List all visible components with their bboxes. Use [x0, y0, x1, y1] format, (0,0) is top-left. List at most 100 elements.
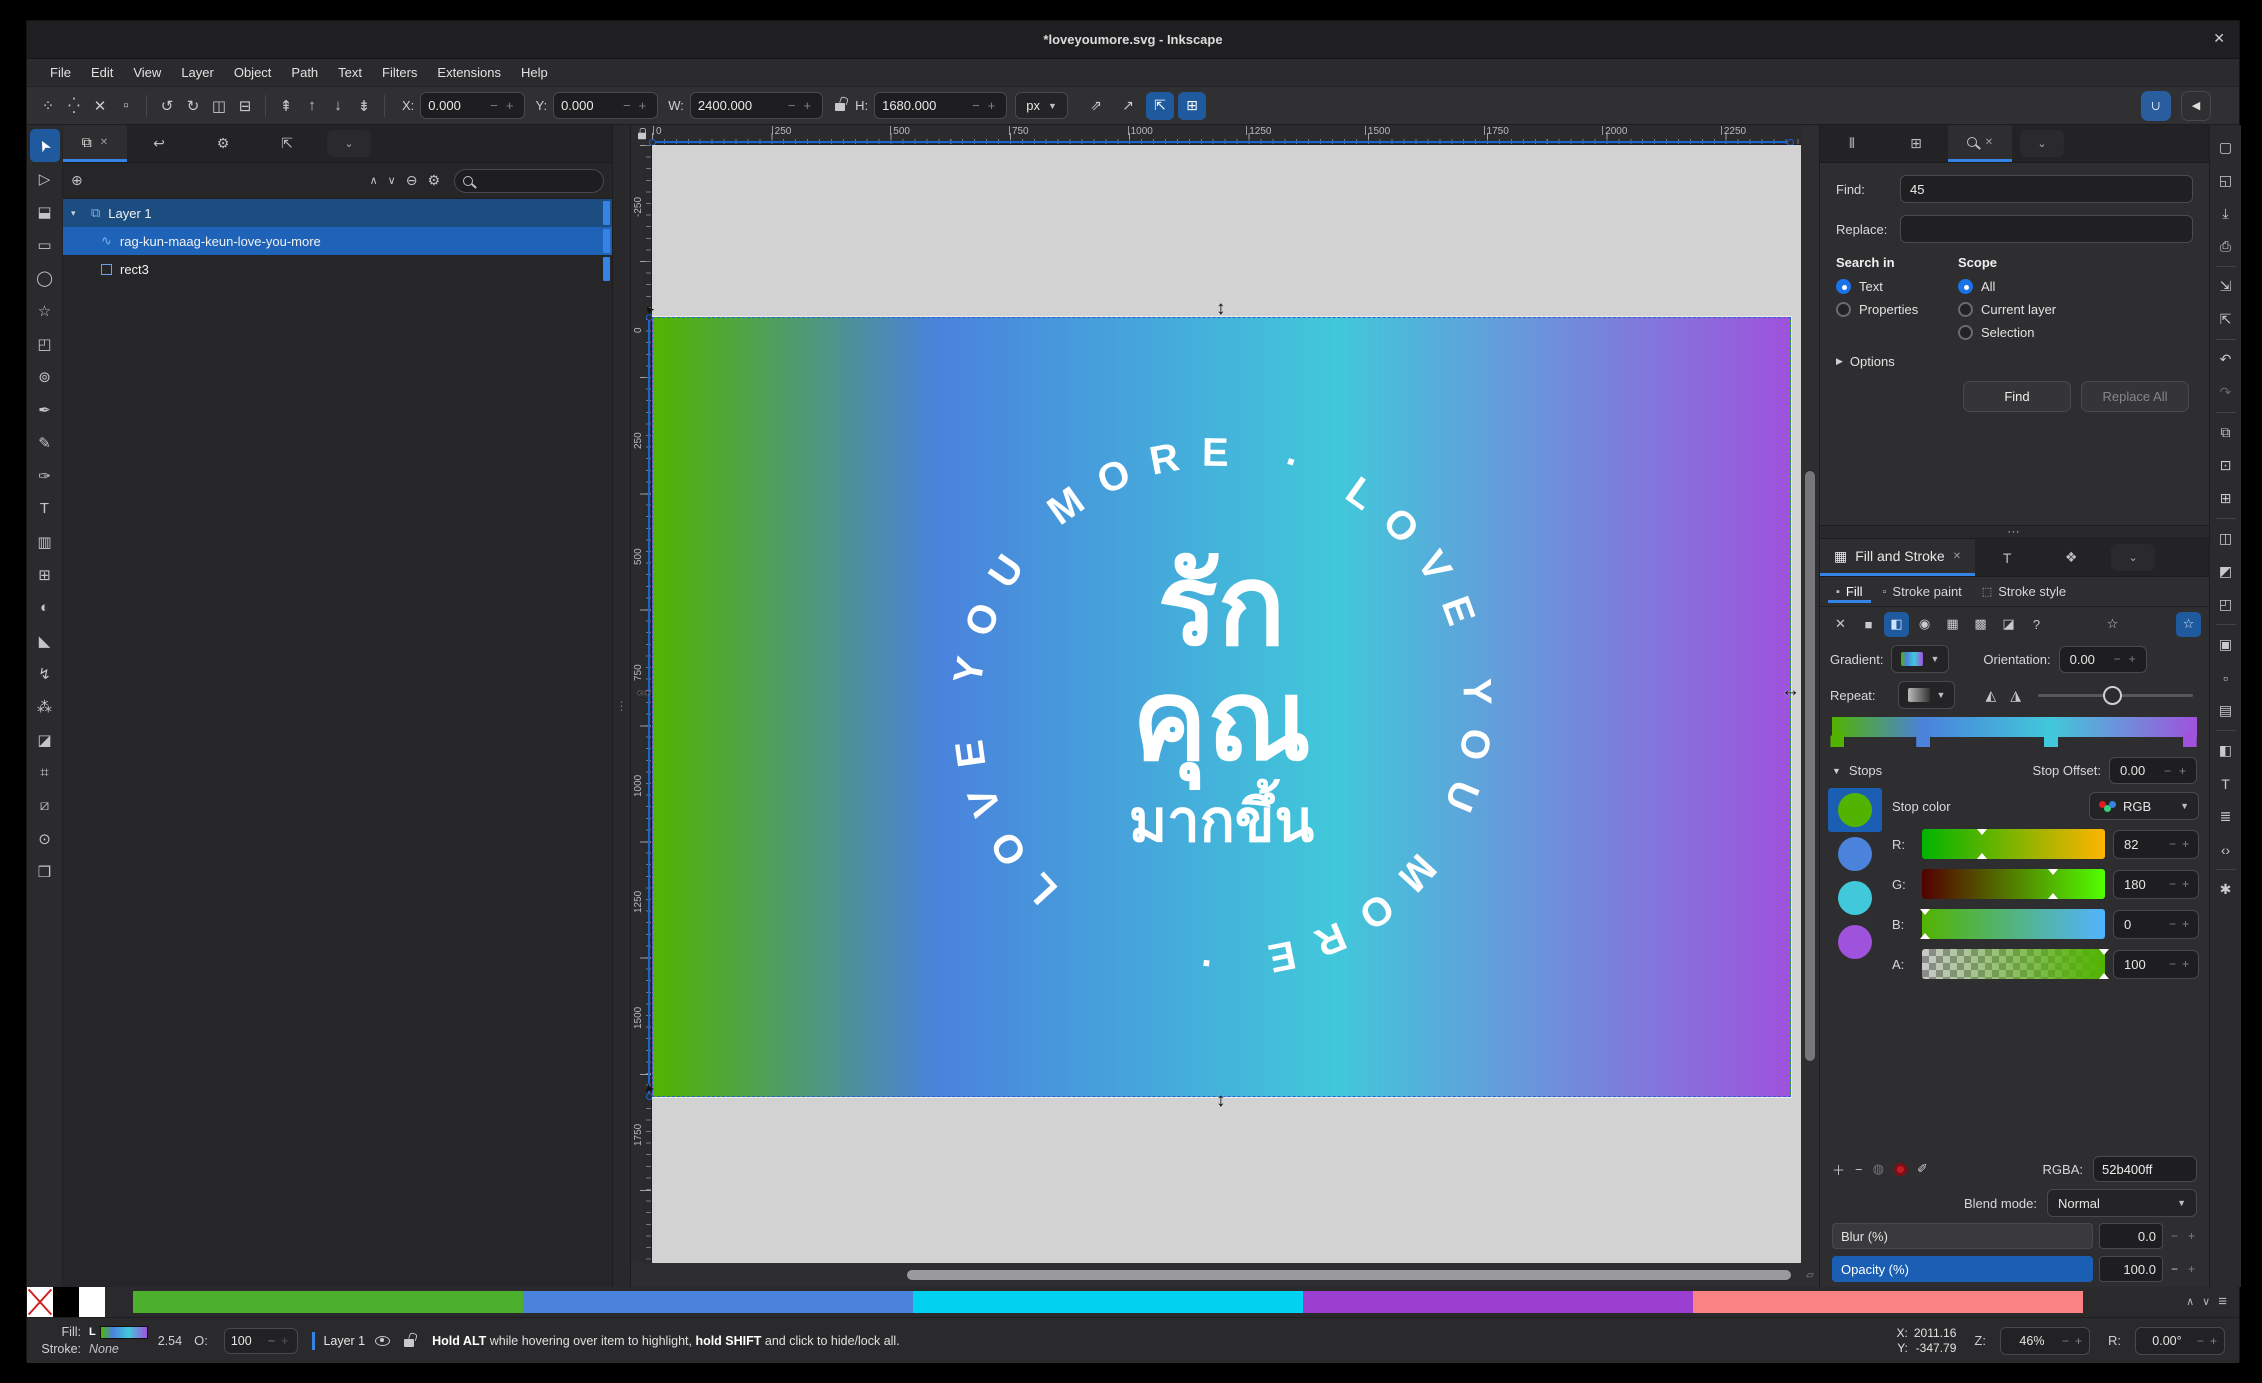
menu-object[interactable]: Object	[225, 62, 281, 83]
zoom-spinbox[interactable]: 46%−+	[2000, 1327, 2090, 1355]
swatch-star[interactable]: ☆	[2100, 612, 2125, 637]
tab-stroke-paint[interactable]: ▫Stroke paint	[1875, 580, 1970, 603]
zoom-tool[interactable]: ⊙	[30, 822, 60, 855]
color-wheel-icon[interactable]	[1894, 1163, 1907, 1176]
menu-layer[interactable]: Layer	[172, 62, 223, 83]
paint-pattern[interactable]: ▦	[1940, 612, 1965, 637]
swatch-salmon[interactable]	[1693, 1291, 2083, 1313]
channel-slider-r[interactable]	[1922, 829, 2105, 859]
flip-vertical-icon[interactable]: ⊟	[232, 93, 258, 119]
lock-ratio-icon[interactable]	[835, 103, 845, 111]
color-mode-dropdown[interactable]: RGB▼	[2089, 792, 2199, 820]
layers-dialog-icon[interactable]: ≣	[2213, 800, 2239, 833]
blur-slider[interactable]: Blur (%)	[1832, 1223, 2093, 1249]
horizontal-scrollbar[interactable]	[631, 1263, 1801, 1287]
stop-item-3[interactable]	[1828, 920, 1882, 964]
new-document-icon[interactable]: ▢	[2213, 131, 2239, 164]
tab-stroke-style[interactable]: ⬚Stroke style	[1974, 580, 2074, 603]
remove-layer-button[interactable]: ⊖	[406, 172, 418, 189]
gradient-dropdown[interactable]: ▼	[1891, 645, 1949, 673]
text-tool[interactable]: T	[30, 492, 60, 525]
close-window-button[interactable]: ✕	[2213, 30, 2225, 47]
stop-item-0[interactable]	[1828, 788, 1882, 832]
select-all-layers-icon[interactable]: ⁛	[61, 93, 87, 119]
channel-value-g[interactable]: 180−+	[2113, 870, 2199, 899]
tab-export[interactable]: ⇱	[255, 125, 319, 162]
tab-fill-and-stroke[interactable]: ▦Fill and Stroke✕	[1820, 539, 1975, 576]
pages-tool[interactable]: ❒	[30, 855, 60, 888]
options-expander[interactable]: ▶Options	[1836, 354, 2193, 369]
rect-row[interactable]: rect3	[63, 255, 612, 283]
rotate-ccw-icon[interactable]: ↺	[154, 93, 180, 119]
dock-options-chevron[interactable]: ⌄	[2020, 130, 2064, 157]
stop-offset-spinbox[interactable]: 0.00−+	[2109, 757, 2197, 784]
scale-corners-toggle[interactable]: ↗	[1114, 92, 1142, 120]
star-tool[interactable]: ☆	[30, 294, 60, 327]
dock-options-chevron[interactable]: ⌄	[2111, 544, 2155, 571]
close-tab-icon[interactable]: ✕	[1953, 551, 1961, 562]
undo-icon[interactable]: ↶	[2213, 343, 2239, 376]
rotation-spinbox[interactable]: 0.00°−+	[2135, 1327, 2225, 1355]
width-spinbox[interactable]: 2400.000−+	[690, 92, 823, 119]
raise-to-top-icon[interactable]: ⇞	[273, 93, 299, 119]
channel-value-b[interactable]: 0−+	[2113, 910, 2199, 939]
selector-tool[interactable]: ➤	[30, 129, 60, 162]
paint-swatch[interactable]: ▩	[1968, 612, 1993, 637]
radio-current-layer[interactable]: Current layer	[1958, 302, 2056, 317]
channel-value-a[interactable]: 100−+	[2113, 950, 2199, 979]
stroke-value[interactable]: None	[89, 1342, 148, 1356]
channel-value-r[interactable]: 82−+	[2113, 830, 2199, 859]
calligraphy-tool[interactable]: ✑	[30, 459, 60, 492]
measure-tool[interactable]: ⧄	[30, 789, 60, 822]
snapbar-collapse-button[interactable]: ◀	[2181, 91, 2211, 121]
resize-handle-left[interactable]: ↔	[634, 681, 653, 700]
paint-linear-gradient[interactable]: ◧	[1884, 612, 1909, 637]
flip-horizontal-icon[interactable]: ◫	[206, 93, 232, 119]
paint-bucket-tool[interactable]: ◣	[30, 624, 60, 657]
swatch-purple[interactable]	[1303, 1291, 1693, 1313]
layer-visibility-eye-icon[interactable]	[375, 1336, 390, 1346]
gradient-tool[interactable]: ▥	[30, 525, 60, 558]
clone-link-icon[interactable]: ◩	[2213, 555, 2239, 588]
rgba-input[interactable]: 52b400ff	[2093, 1156, 2197, 1182]
height-spinbox[interactable]: 1680.000−+	[874, 92, 1007, 119]
channel-slider-g[interactable]	[1922, 869, 2105, 899]
resize-handle-top[interactable]: ↕	[1216, 299, 1226, 318]
shape-builder-tool[interactable]: ⬓	[30, 195, 60, 228]
channel-slider-a[interactable]	[1922, 949, 2105, 979]
lower-layer-button[interactable]: ∨	[388, 174, 396, 187]
y-spinbox[interactable]: 0.000−+	[553, 92, 658, 119]
find-input[interactable]	[1900, 175, 2193, 203]
menu-edit[interactable]: Edit	[82, 62, 122, 83]
preferences-icon[interactable]: ✱	[2213, 873, 2239, 906]
layer-settings-button[interactable]: ⚙	[427, 172, 440, 189]
fill-stroke-dialog-icon[interactable]: ◧	[2213, 734, 2239, 767]
menu-view[interactable]: View	[124, 62, 170, 83]
canvas-corner-button[interactable]: ▱	[1801, 1263, 1819, 1287]
resize-handle-right[interactable]: ↔	[1781, 681, 1800, 700]
add-stop-button[interactable]: ＋	[1832, 1160, 1845, 1179]
import-icon[interactable]: ⇲	[2213, 270, 2239, 303]
open-icon[interactable]: ◱	[2213, 164, 2239, 197]
menu-file[interactable]: File	[41, 62, 80, 83]
tweak-tool[interactable]: ↯	[30, 657, 60, 690]
canvas-viewport[interactable]: LOVE YOU MORE · LOVE YOU MORE · รัก คุณ …	[652, 145, 1801, 1263]
connector-tool[interactable]: ⌗	[30, 756, 60, 789]
paint-flat-color[interactable]: ■	[1856, 612, 1881, 637]
eraser-tool[interactable]: ◪	[30, 723, 60, 756]
palette-scroll-down-button[interactable]: ∨	[2202, 1295, 2210, 1308]
swatch-green[interactable]	[133, 1291, 523, 1313]
vertical-scrollbar[interactable]	[1801, 125, 1819, 1263]
swatch-none[interactable]	[27, 1287, 53, 1317]
stop-item-2[interactable]	[1828, 876, 1882, 920]
swatch-cyan[interactable]	[913, 1291, 1303, 1313]
unlink-clone-icon[interactable]: ◰	[2213, 588, 2239, 621]
print-icon[interactable]: ⎙	[2213, 230, 2239, 263]
stops-expander-icon[interactable]: ▼	[1832, 766, 1841, 776]
tab-text-and-font[interactable]: T	[1975, 539, 2039, 576]
rotate-cw-icon[interactable]: ↻	[180, 93, 206, 119]
menu-text[interactable]: Text	[329, 62, 371, 83]
slider-knob[interactable]	[2103, 686, 2122, 705]
pencil-tool[interactable]: ✎	[30, 426, 60, 459]
layer-row[interactable]: ▾⧉Layer 1	[63, 199, 612, 227]
